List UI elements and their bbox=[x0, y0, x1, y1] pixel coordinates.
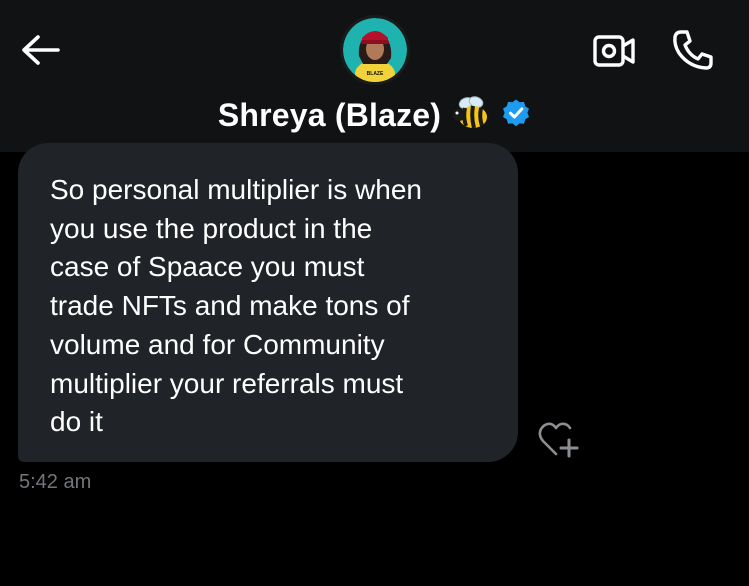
message-bubble[interactable]: So personal multiplier is when you use t… bbox=[18, 143, 518, 462]
verified-badge-icon bbox=[501, 98, 531, 133]
video-call-button[interactable] bbox=[590, 30, 638, 72]
phone-icon bbox=[673, 30, 713, 70]
dm-conversation-screen: BLAZE Shreya (Blaze) So personal multipl… bbox=[0, 0, 749, 586]
message-timestamp: 5:42 am bbox=[19, 471, 92, 493]
conversation-header: BLAZE Shreya (Blaze) bbox=[0, 0, 749, 152]
avatar[interactable]: BLAZE bbox=[340, 15, 410, 85]
avatar-image: BLAZE bbox=[343, 18, 407, 82]
svg-text:BLAZE: BLAZE bbox=[367, 71, 384, 77]
video-camera-icon bbox=[593, 35, 635, 67]
arrow-left-icon bbox=[22, 35, 60, 65]
message-text: So personal multiplier is when you use t… bbox=[50, 174, 422, 438]
voice-call-button[interactable] bbox=[668, 26, 718, 74]
bee-emoji-icon bbox=[451, 93, 491, 138]
back-button[interactable] bbox=[18, 30, 62, 70]
heart-add-icon bbox=[538, 422, 579, 458]
contact-name[interactable]: Shreya (Blaze) bbox=[218, 97, 441, 134]
title-row: Shreya (Blaze) bbox=[0, 93, 749, 137]
add-reaction-button[interactable] bbox=[535, 418, 583, 462]
